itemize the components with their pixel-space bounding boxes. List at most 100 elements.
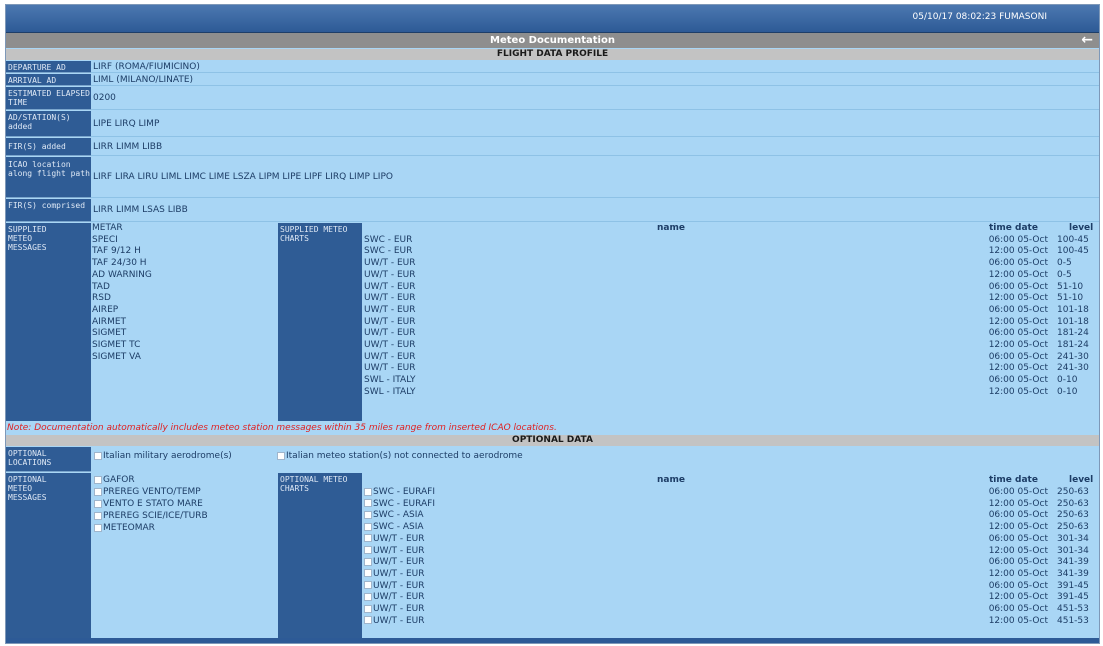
chart-row[interactable]: UW/T - EUR 06:00 05-Oct 301-34 [364,534,1099,546]
chart-level: 341-39 [1057,568,1089,579]
chart-level: 0-10 [1057,386,1078,397]
chart-row[interactable]: UW/T - EUR 12:00 05-Oct 341-39 [364,569,1099,581]
chart-row: UW/T - EUR 12:00 05-Oct 241-30 [364,363,1099,375]
elapsed-time-label: ESTIMATED ELAPSED TIME [6,87,91,110]
chart-name-text: UW/T - EUR [364,351,416,362]
chart-row[interactable]: SWC - ASIA 06:00 05-Oct 250-63 [364,510,1099,522]
flight-data-profile-heading: FLIGHT DATA PROFILE [6,49,1099,60]
chart-name: UW/T - EUR [364,270,416,282]
chart-time-date: 06:00 05-Oct [988,487,1048,497]
optional-timedate-header: time date [989,475,1038,485]
chart-row: UW/T - EUR 06:00 05-Oct 241-30 [364,352,1099,364]
chart-time-date: 12:00 05-Oct [988,522,1048,533]
chart-name-text: UW/T - EUR [373,557,425,568]
message-item: AIREP [92,304,119,315]
chart-time-date: 06:00 05-Oct [988,375,1048,386]
chart-row[interactable]: SWC - EURAFI 06:00 05-Oct 250-63 [364,487,1099,499]
checkbox[interactable] [94,511,102,520]
message-item: AD WARNING [92,269,152,280]
chart-time-date: 06:00 05-Oct [988,557,1048,568]
arrow-left-icon[interactable]: ← [1081,33,1093,47]
meteo-station-option[interactable]: Italian meteo station(s) not connected t… [277,451,523,461]
chart-name: SWC - ASIA [364,510,424,522]
chart-row[interactable]: UW/T - EUR 06:00 05-Oct 391-45 [364,581,1099,593]
message-item: SIGMET [92,328,127,339]
checkbox[interactable] [364,604,372,613]
chart-row: UW/T - EUR 06:00 05-Oct 0-5 [364,258,1099,270]
chart-name-text: UW/T - EUR [373,615,425,626]
checkbox[interactable] [94,487,102,496]
title-bar: Meteo Documentation ← [6,33,1099,48]
checkbox[interactable] [364,522,372,531]
checkbox[interactable] [277,451,285,460]
optional-message-option[interactable]: METEOMAR [94,523,155,535]
chart-time-date: 12:00 05-Oct [988,592,1048,603]
chart-row[interactable]: UW/T - EUR 12:00 05-Oct 451-53 [364,616,1099,628]
chart-row[interactable]: SWC - ASIA 12:00 05-Oct 250-63 [364,522,1099,534]
optional-charts-label: OPTIONAL METEO CHARTS [280,475,348,493]
top-bar: 05/10/17 08:02:23 FUMASONI [6,5,1099,33]
chart-name-text: UW/T - EUR [364,304,416,315]
checkbox[interactable] [364,592,372,601]
optional-message-option[interactable]: VENTO E STATO MARE [94,499,203,511]
message-item: SPECI [92,234,118,245]
chart-level: 391-45 [1057,592,1089,603]
meteo-window: 05/10/17 08:02:23 FUMASONI Meteo Documen… [5,4,1100,644]
message-item: SIGMET VA [92,351,141,362]
checkbox[interactable] [364,499,372,508]
checkbox[interactable] [364,557,372,566]
chart-level: 51-10 [1057,293,1084,304]
message-item: AIRMET [92,316,127,327]
checkbox[interactable] [364,581,372,590]
checkbox[interactable] [364,487,372,496]
chart-level: 250-63 [1057,498,1089,509]
chart-time-date: 06:00 05-Oct [988,351,1048,362]
chart-time-date: 12:00 05-Oct [988,386,1048,397]
chart-name-text: UW/T - EUR [364,269,416,280]
chart-row: UW/T - EUR 12:00 05-Oct 181-24 [364,340,1099,352]
checkbox[interactable] [364,616,372,625]
chart-row[interactable]: UW/T - EUR 12:00 05-Oct 301-34 [364,546,1099,558]
chart-row[interactable]: SWC - EURAFI 12:00 05-Oct 250-63 [364,499,1099,511]
military-aerodrome-option[interactable]: Italian military aerodrome(s) [94,451,232,461]
checkbox[interactable] [364,569,372,578]
checkbox[interactable] [94,499,102,508]
chart-row: UW/T - EUR 06:00 05-Oct 101-18 [364,305,1099,317]
chart-name: UW/T - EUR [364,305,416,317]
checkbox[interactable] [364,510,372,519]
chart-name: UW/T - EUR [364,352,416,364]
chart-level: 100-45 [1057,246,1089,257]
optional-message-option[interactable]: PREREG SCIE/ICE/TURB [94,511,208,523]
chart-level: 451-53 [1057,604,1089,614]
checkbox[interactable] [94,475,102,484]
fir-added-label: FIR(S) added [6,138,91,156]
chart-name: UW/T - EUR [364,317,416,329]
option-label: Italian military aerodrome(s) [103,451,232,461]
chart-name: UW/T - EUR [364,293,416,305]
chart-time-date: 06:00 05-Oct [988,304,1048,315]
chart-time-date: 06:00 05-Oct [988,510,1048,521]
departure-label: DEPARTURE AD [6,61,91,73]
chart-row[interactable]: UW/T - EUR 06:00 05-Oct 341-39 [364,557,1099,569]
optional-message-option[interactable]: GAFOR [94,475,135,487]
chart-level: 0-10 [1057,375,1078,386]
checkbox[interactable] [364,534,372,543]
chart-name-text: UW/T - EUR [373,580,425,591]
chart-row[interactable]: UW/T - EUR 06:00 05-Oct 451-53 [364,604,1099,616]
chart-name: SWC - EUR [364,246,412,258]
chart-row[interactable]: UW/T - EUR 12:00 05-Oct 391-45 [364,592,1099,604]
chart-row: SWC - EUR 06:00 05-Oct 100-45 [364,235,1099,247]
chart-time-date: 06:00 05-Oct [988,281,1048,292]
message-item: METAR [92,223,123,233]
checkbox[interactable] [364,546,372,554]
chart-time-date: 12:00 05-Oct [988,293,1048,304]
option-label: VENTO E STATO MARE [103,499,203,509]
checkbox[interactable] [94,451,102,460]
bottom-edge [6,638,1099,643]
checkbox[interactable] [94,523,102,532]
optional-message-option[interactable]: PREREG VENTO/TEMP [94,487,201,499]
chart-name-text: SWC - EUR [364,246,413,257]
message-item: TAF 24/30 H [92,258,147,269]
chart-name-text: UW/T - EUR [373,568,425,579]
option-label: PREREG VENTO/TEMP [103,487,201,497]
